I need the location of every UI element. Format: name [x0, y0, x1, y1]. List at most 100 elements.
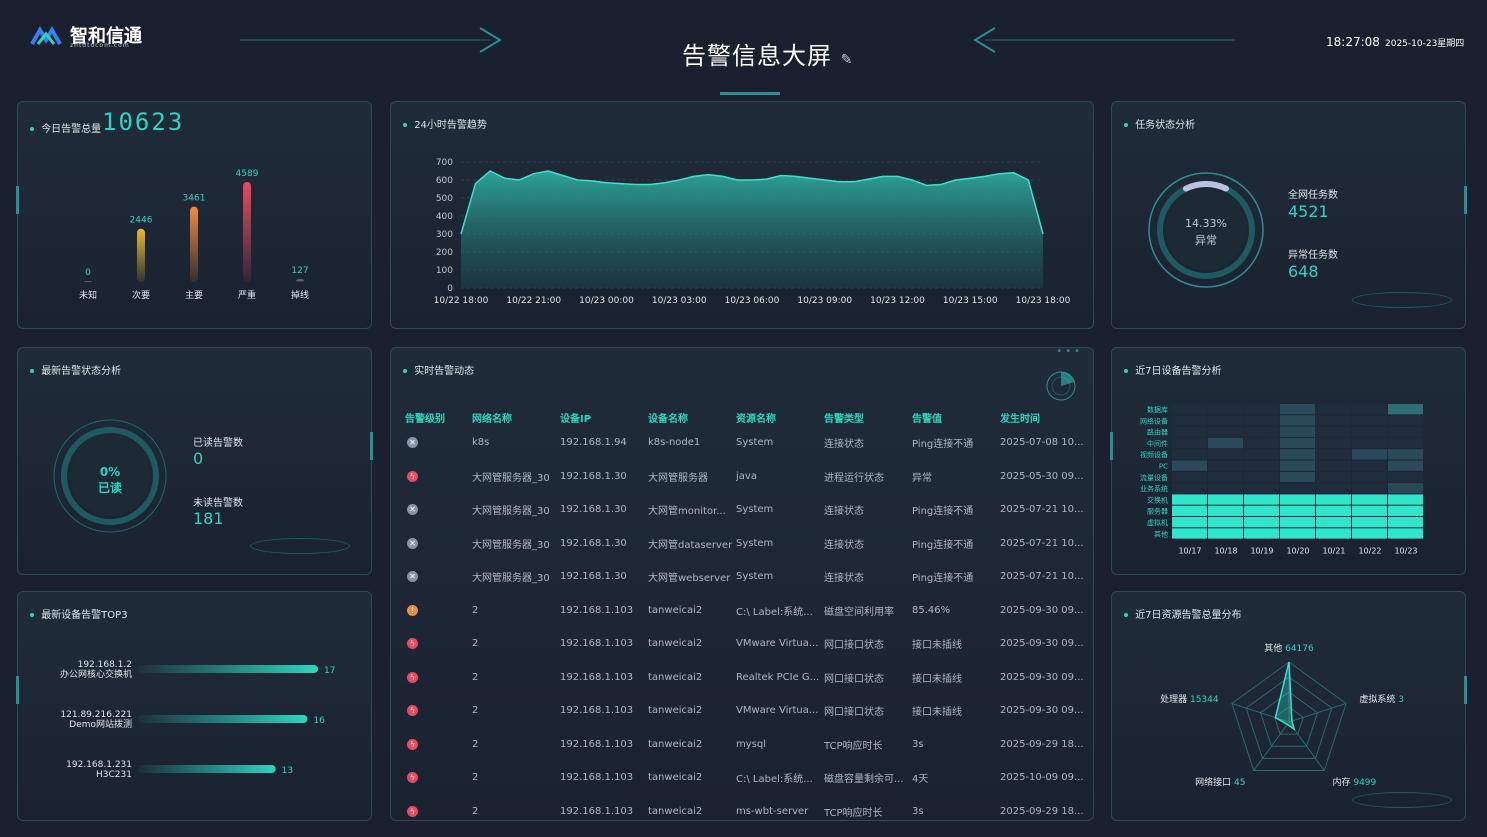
digit: 3	[167, 108, 185, 136]
heatmap-row-label: 交换机	[1147, 495, 1168, 504]
heatmap-cell	[1316, 505, 1351, 516]
heatmap-col-label: 10/18	[1214, 547, 1237, 556]
cell-res: mysql	[736, 738, 766, 750]
radar-axis-value: 45	[1234, 778, 1245, 788]
panel-trend: 24小时告警趋势 700 600 500 400 300 200 100 0 10/22 18:…	[390, 101, 1094, 329]
cell-dev: tanweicai2	[648, 671, 703, 683]
top3-value-label: 17	[324, 666, 335, 676]
table-row[interactable]: ✕ 大网管服务器_30 192.168.1.30 大网管webserver System…	[405, 560, 1085, 594]
level-unknown-icon: ✕	[407, 504, 418, 516]
pager-dots[interactable]: •••	[1056, 348, 1083, 357]
column-header: 设备名称	[648, 413, 688, 425]
heatmap-cell	[1280, 404, 1315, 415]
cell-time: 2025-09-30 09...	[1000, 604, 1084, 616]
heatmap-cell	[1208, 517, 1243, 528]
table-row[interactable]: ! 2 192.168.1.103 tanweicai2 C:\ Label:系统...…	[405, 594, 1085, 628]
logo-subtitle: zhtdtocom.com	[70, 42, 130, 49]
cell-val: Ping连接不通	[912, 506, 974, 518]
heatmap-cell	[1244, 494, 1279, 505]
cell-val: 接口未插线	[912, 673, 962, 685]
task-base-glow	[1352, 292, 1452, 308]
panel-latest-status: 最新告警状态分析 0% 已读 已读告警数 0 未读告警数 181	[17, 347, 373, 575]
cell-net: 2	[472, 705, 479, 717]
heatmap-cell	[1352, 449, 1387, 460]
heatmap-col-label: 10/23	[1394, 547, 1417, 556]
heatmap-cell	[1280, 449, 1315, 460]
panel-title-top3: 最新设备告警TOP3	[41, 610, 128, 621]
level-critical-icon: ϟ	[407, 705, 418, 717]
heatmap-cell	[1244, 404, 1279, 415]
cell-time: 2025-09-30 09...	[1000, 705, 1084, 717]
page-title: 告警信息大屏 ✎	[682, 36, 853, 71]
bar-value-label: 4589	[236, 169, 259, 179]
cell-res: VMware Virtua...	[736, 705, 819, 717]
bar-category-label: 主要	[185, 289, 203, 301]
clock-time: 18:27:08	[1326, 35, 1380, 49]
heatmap-cell	[1172, 483, 1207, 494]
edit-icon[interactable]: ✎	[841, 52, 854, 68]
heatmap-cell	[1388, 449, 1423, 460]
cell-res: C:\ Label:系统...	[736, 774, 813, 786]
table-row[interactable]: ϟ 2 192.168.1.103 tanweicai2 C:\ Label:系统...…	[405, 761, 1085, 795]
heatmap-cell	[1208, 471, 1243, 483]
panel-today-total: 今日告警总量 10623 0 未知 2446 次要 3461 主要 4589 严重 127 掉线	[16, 101, 372, 329]
level-cell: !	[405, 594, 472, 628]
bar-value-label: 3461	[183, 194, 206, 204]
cell-val: 4天	[912, 774, 929, 786]
cell-type: 连接状态	[824, 439, 864, 451]
cell-time: 2025-07-21 10...	[1000, 504, 1084, 516]
ring-abnormal-arc	[1182, 181, 1230, 192]
bar-category-label: 严重	[238, 289, 256, 301]
radar-axis-value: 3	[1398, 695, 1404, 705]
page-title-text: 告警信息大屏	[682, 42, 832, 70]
heatmap-cell	[1172, 415, 1207, 426]
cell-dev: tanweicai2	[648, 805, 703, 817]
top3-bar	[138, 665, 318, 673]
table-row[interactable]: ϟ 2 192.168.1.103 tanweicai2 ms-wbt-server TC…	[405, 795, 1085, 821]
panel-heatmap: 近7日设备告警分析 数据库 网络设备 路由器 中间件 视频设备 PC 流量设备 业务系统 交换机…	[1110, 347, 1466, 575]
heatmap-cell	[1208, 426, 1243, 437]
panel-title-trend: 24小时告警趋势	[414, 120, 487, 131]
top3-bar-chart: 192.168.1.2办公网核心交换机 17 121.89.216.221Demo网…	[60, 660, 335, 780]
level-major-icon: !	[407, 604, 418, 616]
level-cell: ϟ	[405, 795, 472, 821]
x-tick-label: 10/23 00:00	[579, 296, 634, 306]
cell-time: 2025-10-09 09...	[1000, 772, 1084, 784]
table-row[interactable]: ✕ 大网管服务器_30 192.168.1.30 大网管dataserver Syste…	[405, 527, 1085, 561]
y-tick-label: 200	[436, 248, 453, 258]
heatmap-cell	[1316, 460, 1351, 471]
heatmap-cell	[1352, 505, 1387, 516]
heatmap-row-label: 视频设备	[1140, 450, 1168, 459]
heatmap-cell	[1388, 483, 1423, 494]
table-row[interactable]: ϟ 2 192.168.1.103 tanweicai2 Realtek PCIe G.…	[405, 661, 1085, 695]
table-row[interactable]: ✕ k8s 192.168.1.94 k8s-node1 System 连接状态 Ping连…	[405, 426, 1085, 460]
table-row[interactable]: ϟ 2 192.168.1.103 tanweicai2 VMware Virtua..…	[405, 694, 1085, 728]
heatmap-col-label: 10/21	[1322, 547, 1345, 556]
cell-type: 网口接口状态	[824, 673, 884, 685]
table-row[interactable]: ϟ 2 192.168.1.103 tanweicai2 mysql TCP响应时长 3s 2…	[405, 728, 1085, 762]
table-row[interactable]: ϟ 大网管服务器_30 192.168.1.30 大网管服务器 java 进程运行状态 异常…	[405, 460, 1085, 494]
level-critical-icon: ϟ	[407, 470, 418, 482]
heatmap-cell	[1244, 517, 1279, 528]
task-ring-label: 异常	[1195, 234, 1217, 247]
panel-title-realtime: 实时告警动态	[414, 366, 475, 377]
table-row[interactable]: ✕ 大网管服务器_30 192.168.1.30 大网管monitor... Syste…	[405, 493, 1085, 527]
cell-val: 接口未插线	[912, 707, 962, 719]
level-unknown-icon: ✕	[407, 537, 418, 549]
heatmap-cell	[1388, 517, 1423, 528]
x-tick-label: 10/23 15:00	[943, 296, 998, 306]
heatmap-cell	[1352, 404, 1387, 415]
digit: 2	[151, 108, 168, 136]
trend-area	[461, 171, 1043, 288]
level-cell: ✕	[405, 493, 472, 527]
y-tick-label: 500	[436, 194, 453, 204]
cell-type: 网口接口状态	[824, 707, 884, 719]
top3-bar	[138, 715, 308, 723]
header-decoration-right	[973, 27, 1235, 53]
top3-value-label: 16	[313, 716, 325, 726]
cell-ip: 192.168.1.103	[560, 705, 634, 717]
latest-base-glow	[250, 538, 350, 554]
cell-res: System	[736, 537, 774, 549]
top3-ip-label: 192.168.1.231	[66, 760, 132, 770]
table-row[interactable]: ϟ 2 192.168.1.103 tanweicai2 VMware Virtua..…	[405, 627, 1085, 661]
